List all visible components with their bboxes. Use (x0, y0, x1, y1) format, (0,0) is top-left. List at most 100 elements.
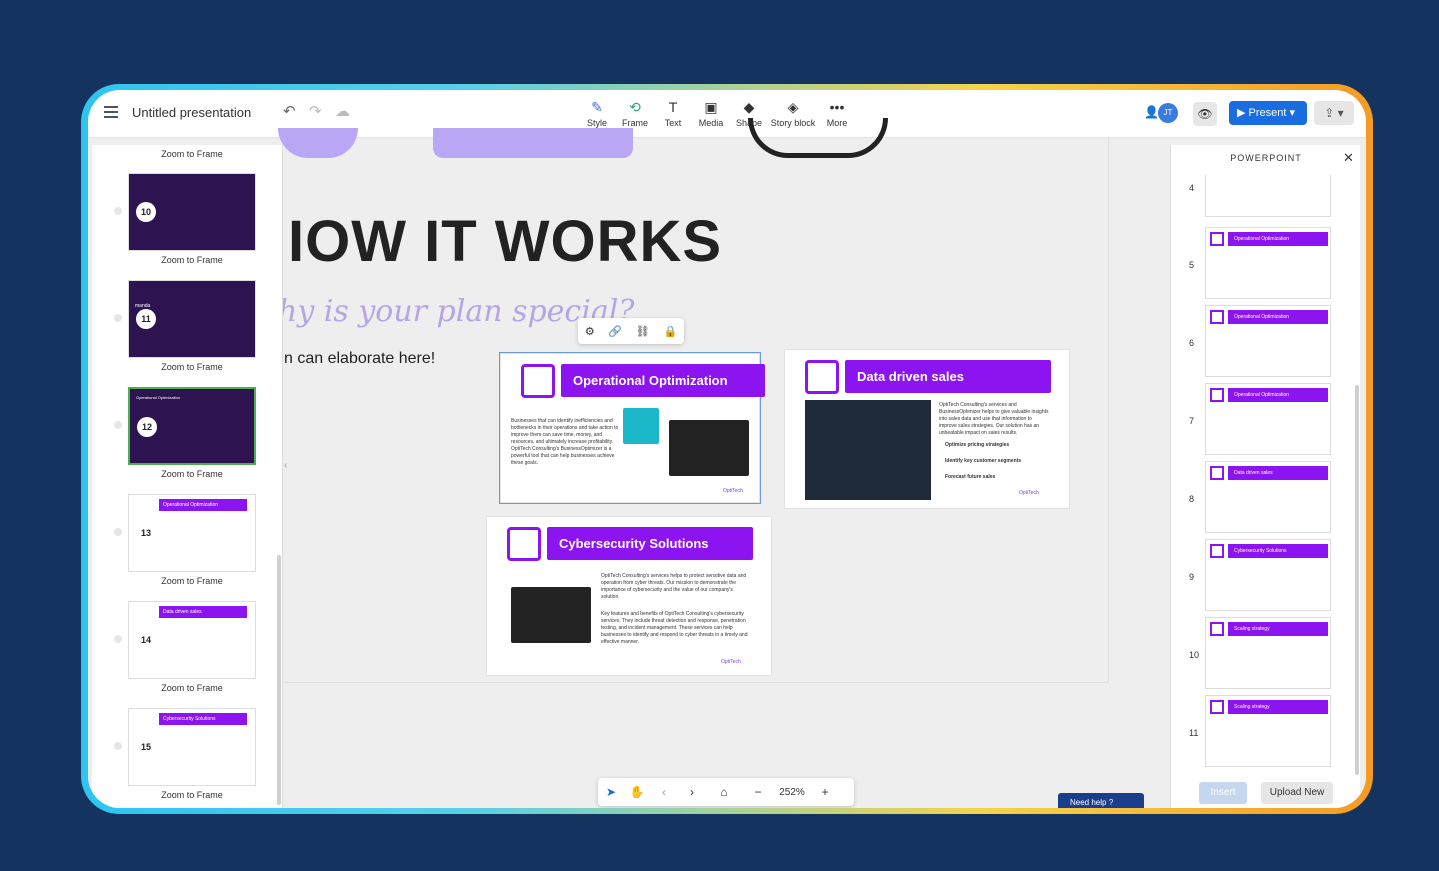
presentation-title[interactable]: Untitled presentation (132, 105, 251, 120)
previous-frame-icon[interactable]: ‹ (650, 785, 678, 799)
unlink-icon[interactable]: ⛓ (636, 325, 650, 338)
tool-media[interactable]: ▣ Media (692, 98, 730, 128)
zoom-level[interactable]: 252% (774, 787, 810, 798)
share-button[interactable]: ⇪ ▾ (1314, 101, 1354, 125)
decorative-shape (433, 128, 633, 158)
slide-thumbnail[interactable]: Scaling strategy (1205, 695, 1331, 767)
slide-body-text[interactable]: n can elaborate here! (284, 350, 435, 368)
frame-thumb-title: Data driven sales (159, 606, 247, 618)
selection-toolbar: ⚙ 🔗 ⛓ 🔒 (578, 318, 684, 344)
tool-frame[interactable]: ⟲ Frame (616, 98, 654, 128)
frame-number: 13 (136, 523, 156, 543)
frame-thumb-title: Cybersecurity Solutions (159, 713, 247, 725)
frame-thumbnail[interactable]: 10 (128, 173, 256, 251)
frame-item[interactable]: Cybersecurity Solutions 15 Zoom to Frame (128, 708, 256, 800)
pointer-tool-icon[interactable]: ➤ (598, 785, 624, 799)
frame-thumbnail[interactable]: Cybersecurity Solutions 15 (128, 708, 256, 786)
slide-thumbnail[interactable] (1205, 175, 1331, 217)
frame-dot[interactable] (114, 207, 122, 215)
frame-outline (284, 682, 1108, 683)
slide-number: 10 (1189, 650, 1200, 660)
shape-icon: ◆ (743, 99, 755, 115)
zoom-in-icon[interactable]: + (810, 785, 840, 799)
scrollbar[interactable] (1355, 385, 1359, 775)
card-title: Data driven sales (845, 360, 1051, 393)
frame-caption: Zoom to Frame (161, 469, 223, 479)
card-body: OptiTech Consulting's services and Busin… (939, 402, 1049, 436)
card-title: Cybersecurity Solutions (547, 527, 753, 560)
tool-text[interactable]: T Text (654, 98, 692, 128)
card-body: OptiTech Consulting's services helps to … (601, 573, 747, 600)
app-window: Untitled presentation ↶ ↷ ☁ ✎ Style ⟲ Fr… (88, 90, 1366, 808)
frame-dot[interactable] (114, 742, 122, 750)
slide-thumbnail[interactable]: Cybersecurity Solutions (1205, 539, 1331, 611)
frame-item-active[interactable]: 12 Operational Optimization Zoom to Fram… (128, 387, 256, 479)
frame-item[interactable]: Data driven sales 14 Zoom to Frame (128, 601, 256, 693)
preview-eye-icon[interactable]: 👁 (1193, 102, 1217, 126)
next-frame-icon[interactable]: › (678, 785, 706, 799)
hand-tool-icon[interactable]: ✋ (624, 785, 650, 799)
slide-heading[interactable]: IOW IT WORKS (288, 208, 722, 275)
text-icon: T (668, 99, 678, 115)
laptop-image (511, 587, 591, 643)
frame-icon: ⟲ (629, 99, 641, 115)
frame-caption: Zoom to Frame (161, 790, 223, 800)
slide-thumb-title: Scaling strategy (1228, 700, 1328, 714)
frame-dot[interactable] (114, 314, 122, 322)
card-cybersecurity-solutions[interactable]: Cybersecurity Solutions OptiTech Consult… (486, 516, 772, 676)
present-button[interactable]: ▶ Present ▾ (1229, 101, 1307, 125)
navigation-toolbar: ➤ ✋ ‹ › ⌂ − 252% + (598, 778, 854, 806)
undo-icon[interactable]: ↶ (283, 102, 296, 120)
card-data-driven-sales[interactable]: Data driven sales OptiTech Consulting's … (784, 349, 1070, 509)
slide-thumb-title: Operational Optimization (1228, 310, 1328, 324)
hamburger-menu-icon[interactable] (104, 106, 118, 118)
link-icon[interactable]: 🔗 (608, 325, 622, 338)
frame-item[interactable]: 11 manda Zoom to Frame (128, 280, 256, 372)
frame-number: 15 (136, 737, 156, 757)
home-icon[interactable]: ⌂ (706, 785, 742, 799)
zoom-out-icon[interactable]: − (742, 785, 774, 799)
settings-icon[interactable]: ⚙ (585, 325, 595, 338)
slide-thumbnail[interactable]: Operational Optimization (1205, 305, 1331, 377)
frame-thumbnail[interactable]: 12 Operational Optimization (128, 387, 256, 465)
slide-thumbnail[interactable]: Operational Optimization (1205, 227, 1331, 299)
need-help-button[interactable]: Need help ? (1058, 793, 1144, 808)
slide-number: 5 (1189, 260, 1195, 270)
slide-number: 8 (1189, 494, 1195, 504)
insert-button[interactable]: Insert (1199, 782, 1247, 804)
frame-thumbnail[interactable]: Data driven sales 14 (128, 601, 256, 679)
frame-caption: Zoom to Frame (161, 576, 223, 586)
slide-thumbnail[interactable]: Data driven sales (1205, 461, 1331, 533)
card-bullet: Optimize pricing strategies (945, 442, 1010, 448)
frame-dot[interactable] (114, 635, 122, 643)
card-logo: OptiTech (721, 659, 741, 665)
laptop-image (669, 420, 749, 476)
add-user-icon[interactable]: 👤 (1144, 105, 1159, 119)
close-icon[interactable]: ✕ (1343, 150, 1354, 166)
slide-thumbnail[interactable]: Scaling strategy (1205, 617, 1331, 689)
tool-style[interactable]: ✎ Style (578, 98, 616, 128)
slide-thumbnail[interactable]: Operational Optimization (1205, 383, 1331, 455)
card-operational-optimization[interactable]: Operational Optimization Businesses that… (499, 352, 765, 504)
frame-number: 12 (137, 417, 157, 437)
frame-thumb-text: manda (135, 303, 151, 309)
frame-dot[interactable] (114, 528, 122, 536)
frame-dot[interactable] (114, 421, 122, 429)
frame-thumbnail[interactable]: 11 manda (128, 280, 256, 358)
lock-icon[interactable]: 🔒 (663, 325, 677, 338)
frame-item[interactable]: Operational Optimization 13 Zoom to Fram… (128, 494, 256, 586)
slide-number: 11 (1189, 728, 1199, 738)
slide-thumb-title: Cybersecurity Solutions (1228, 544, 1328, 558)
avatar[interactable]: JT (1158, 103, 1178, 123)
frame-outline (1108, 138, 1109, 683)
redo-icon[interactable]: ↷ (309, 102, 322, 120)
card-bullet: Identify key customer segments (945, 458, 1022, 464)
frame-item[interactable]: 10 Zoom to Frame (128, 173, 256, 265)
frame-thumbnail[interactable]: Operational Optimization 13 (128, 494, 256, 572)
dashboard-image (805, 400, 931, 500)
frame-caption: Zoom to Frame (161, 149, 223, 159)
scrollbar[interactable] (277, 555, 281, 805)
collapse-panel-icon[interactable]: ‹ (284, 460, 287, 471)
card-icon-box (805, 360, 839, 394)
upload-new-button[interactable]: Upload New (1261, 782, 1333, 804)
